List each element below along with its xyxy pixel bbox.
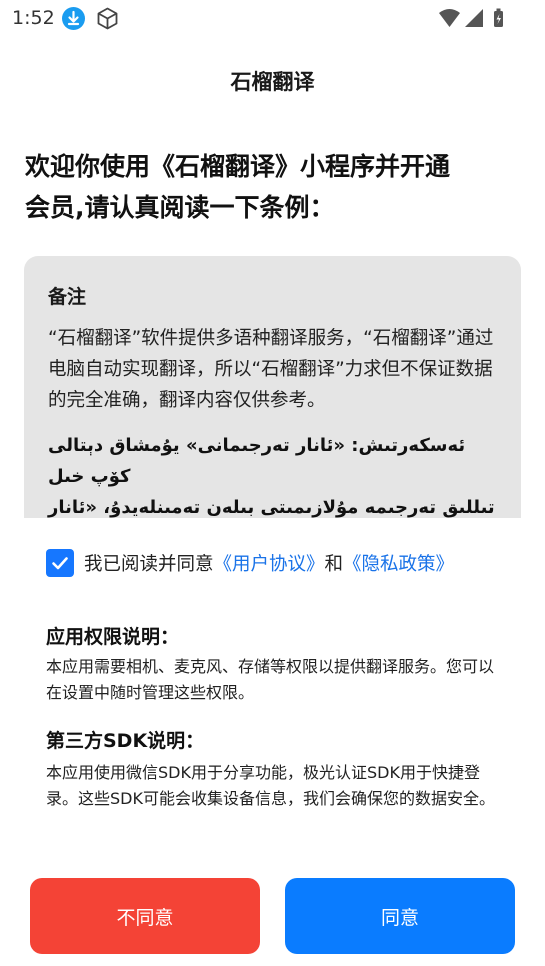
permissions-body: 本应用需要相机、麦克风、存储等权限以提供翻译服务。您可以在设置中随时管理这些权限… <box>46 657 495 702</box>
intro-heading-line2: 会员,请认真阅读一下条例： <box>25 193 335 222</box>
decline-button[interactable]: 不同意 <box>30 878 260 954</box>
intro-heading: 欢迎你使用《石榴翻译》小程序并开通 会员,请认真阅读一下条例： <box>25 146 515 228</box>
download-icon <box>62 7 85 30</box>
wifi-icon <box>439 9 460 27</box>
sdk-title: 第三方SDK说明： <box>46 730 205 752</box>
privacy-policy-link[interactable]: 《隐私政策》 <box>343 554 454 575</box>
agreement-text: 我已阅读并同意《用户协议》和《隐私政策》 <box>84 550 454 576</box>
signal-icon <box>465 9 483 27</box>
user-agreement-link[interactable]: 《用户协议》 <box>214 554 325 575</box>
agreement-row: 我已阅读并同意《用户协议》和《隐私政策》 <box>46 549 454 577</box>
notice-body: “石榴翻译”软件提供多语种翻译服务，“石榴翻译”通过电脑自动实现翻译，所以“石榴… <box>48 328 494 411</box>
battery-charging-icon <box>494 8 503 27</box>
permissions-title: 应用权限说明： <box>46 626 180 648</box>
agreement-prefix: 我已阅读并同意 <box>84 554 214 575</box>
checkmark-icon <box>52 557 68 570</box>
agreement-and: 和 <box>324 554 344 575</box>
notice-uyghur-line2: تىللىق تەرجىمە مۇلازىمىتى بىلەن تەمىنلەي… <box>48 497 495 518</box>
cube-icon <box>95 6 120 35</box>
notice-uyghur-line1: ئەسكەرتىش: «ئانار تەرجىمانى» يۇمشاق دېتا… <box>48 435 466 487</box>
notice-title: 备注 <box>48 286 87 308</box>
page-title: 石榴翻译 <box>230 70 315 94</box>
accept-button[interactable]: 同意 <box>285 878 515 954</box>
status-bar: 1:52 <box>0 0 545 38</box>
notice-scroll-box[interactable]: 备注 “石榴翻译”软件提供多语种翻译服务，“石榴翻译”通过电脑自动实现翻译，所以… <box>24 256 521 518</box>
agree-checkbox[interactable] <box>46 549 74 577</box>
intro-heading-line1: 欢迎你使用《石榴翻译》小程序并开通 <box>25 152 451 181</box>
system-status-icons <box>439 7 507 35</box>
status-time: 1:52 <box>12 7 55 29</box>
sdk-body: 本应用使用微信SDK用于分享功能，极光认证SDK用于快捷登录。这些SDK可能会收… <box>46 763 495 808</box>
notice-uyghur-text: ئەسكەرتىش: «ئانار تەرجىمانى» يۇمشاق دېتا… <box>48 430 497 518</box>
